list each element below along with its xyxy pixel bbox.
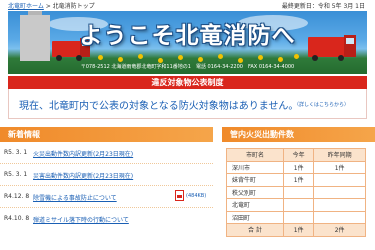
- news-item: R4.10. 8 弾道ミサイル落下時の行動について: [0, 208, 213, 230]
- notice-heading: 違反対象物公表制度: [8, 76, 367, 89]
- last-updated: 最終更新日：令和 5年 3月 1日: [281, 3, 365, 10]
- column-header: 昨年同期: [313, 148, 366, 162]
- news-date: R4.10. 8: [4, 215, 30, 222]
- area-cell: 秩父別町: [225, 185, 285, 199]
- area-cell: 北竜町: [225, 198, 285, 212]
- site-title: ようこそ北竜消防へ: [79, 23, 296, 49]
- this-year-cell: [283, 210, 315, 224]
- table-row: 深川市 1件 1件: [225, 160, 366, 174]
- news-link[interactable]: 弾道ミサイル落下時の行動について: [33, 215, 129, 224]
- breadcrumb: 北竜町ホーム > 北竜消防トップ: [8, 1, 95, 10]
- news-link[interactable]: 火災出動件数内訳更新(2月23日現在): [33, 149, 133, 158]
- news-link[interactable]: 除雪機による事故防止について: [33, 193, 117, 202]
- breadcrumb-current: 北竜消防トップ: [52, 3, 95, 10]
- last-year-cell: [313, 185, 366, 199]
- top-bar: 北竜町ホーム > 北竜消防トップ 最終更新日：令和 5年 3月 1日: [0, 0, 375, 11]
- news-item: R5. 3. 1 災害出動件数内訳更新(2月23日現在): [0, 164, 213, 186]
- area-cell: 妹背牛町: [225, 173, 285, 187]
- pdf-icon[interactable]: [175, 190, 184, 201]
- column-header: 市町名: [225, 148, 285, 162]
- last-year-cell: [313, 198, 366, 212]
- this-year-total-cell: 1件: [283, 223, 315, 237]
- area-cell: 沼田町: [225, 210, 285, 224]
- table-row: 秩父別町: [225, 185, 366, 199]
- news-item: R5. 3. 1 火災出動件数内訳更新(2月23日現在): [0, 142, 213, 164]
- column-header: 今年: [283, 148, 315, 162]
- this-year-cell: 1件: [283, 173, 315, 187]
- news-heading: 新着情報: [0, 127, 213, 142]
- this-year-cell: 1件: [283, 160, 315, 174]
- table-row: 妹背牛町 1件: [225, 173, 366, 187]
- address-line: 〒078-2512 北海道雨竜郡北竜町字和11番地の1 電話 0164-34-2…: [80, 64, 295, 70]
- notice-detail-link[interactable]: （詳しくはこちらから）: [294, 101, 349, 108]
- last-year-cell: [313, 210, 366, 224]
- news-list: R5. 3. 1 火災出動件数内訳更新(2月23日現在) R5. 3. 1 災害…: [0, 142, 213, 250]
- news-date: R5. 3. 1: [4, 149, 28, 156]
- news-date: R5. 3. 1: [4, 171, 28, 178]
- total-row: 合 計 1件 2件: [225, 223, 366, 237]
- fire-stats-heading: 管内火災出動件数: [222, 127, 375, 142]
- header-banner: ようこそ北竜消防へ 〒078-2512 北海道雨竜郡北竜町字和11番地の1 電話…: [8, 11, 367, 74]
- this-year-cell: [283, 185, 315, 199]
- table-header-row: 市町名 今年 昨年同期: [225, 148, 366, 162]
- pdf-file-size[interactable]: (484KB): [186, 193, 206, 199]
- last-year-total-cell: 2件: [313, 223, 366, 237]
- news-link[interactable]: 災害出動件数内訳更新(2月23日現在): [33, 171, 133, 180]
- notice-panel: 現在、北竜町内で公表の対象となる防火対象物はありません。 （詳しくはこちらから）: [8, 89, 367, 119]
- breadcrumb-home-link[interactable]: 北竜町ホーム: [8, 3, 44, 10]
- news-item: R4.12. 8 除雪機による事故防止について (484KB): [0, 186, 213, 208]
- table-row: 沼田町: [225, 210, 366, 224]
- total-label-cell: 合 計: [225, 223, 285, 237]
- last-year-cell: 1件: [313, 160, 366, 174]
- area-cell: 深川市: [225, 160, 285, 174]
- this-year-cell: [283, 198, 315, 212]
- breadcrumb-separator: >: [43, 3, 53, 10]
- last-year-cell: [313, 173, 366, 187]
- news-date: R4.12. 8: [4, 193, 30, 200]
- fire-stats-table: 市町名 今年 昨年同期 深川市 1件 1件 妹背牛町 1件 秩父別町 北竜町 沼…: [225, 148, 366, 237]
- notice-text: 現在、北竜町内で公表の対象となる防火対象物はありません。: [19, 101, 299, 112]
- table-row: 北竜町: [225, 198, 366, 212]
